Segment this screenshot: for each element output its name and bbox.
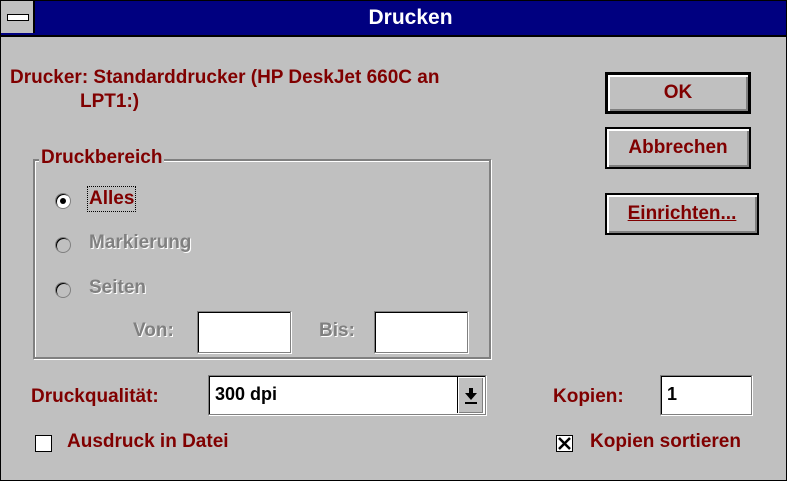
radio-selected-dot — [60, 198, 66, 204]
quality-dropdown-button[interactable] — [457, 377, 483, 413]
radio-all[interactable] — [55, 193, 71, 209]
quality-value: 300 dpi — [215, 384, 278, 404]
print-to-file-checkbox[interactable] — [35, 435, 52, 452]
print-to-file-label[interactable]: Ausdruck in Datei — [67, 431, 229, 453]
print-range-legend: Druckbereich — [39, 147, 165, 169]
quality-label: Druckqualität: — [31, 386, 159, 407]
setup-button-label: Einrichten... — [627, 203, 737, 224]
title-bar[interactable]: Drucken — [1, 1, 786, 37]
ok-button-label: OK — [663, 82, 693, 103]
print-dialog: Drucken Drucker: Standarddrucker (HP Des… — [0, 0, 787, 481]
system-menu-icon[interactable] — [1, 1, 35, 33]
collate-label[interactable]: Kopien sortieren — [590, 431, 741, 453]
from-label: Von: — [133, 320, 174, 341]
to-page-input[interactable] — [374, 311, 468, 353]
ok-button[interactable]: OK — [605, 72, 751, 114]
radio-selection-label[interactable]: Markierung — [89, 232, 191, 254]
radio-pages[interactable] — [55, 282, 71, 298]
cancel-button[interactable]: Abbrechen — [605, 127, 751, 169]
copies-input[interactable]: 1 — [660, 375, 752, 415]
setup-button[interactable]: Einrichten... — [605, 193, 759, 235]
radio-selection[interactable] — [55, 237, 71, 253]
printer-label-line1: Drucker: Standarddrucker (HP DeskJet 660… — [10, 67, 440, 88]
checkmark-x-icon — [558, 437, 571, 450]
window-title: Drucken — [368, 6, 453, 29]
collate-checkbox[interactable] — [556, 435, 573, 452]
chevron-down-icon — [465, 388, 477, 404]
quality-select[interactable]: 300 dpi — [208, 375, 486, 415]
copies-label: Kopien: — [553, 386, 624, 407]
radio-all-label[interactable]: Alles — [86, 186, 137, 212]
to-label: Bis: — [319, 320, 355, 341]
from-page-input[interactable] — [197, 311, 291, 353]
printer-label-line2: LPT1:) — [80, 91, 140, 112]
cancel-button-label: Abbrechen — [628, 137, 728, 158]
radio-pages-label[interactable]: Seiten — [89, 277, 146, 299]
